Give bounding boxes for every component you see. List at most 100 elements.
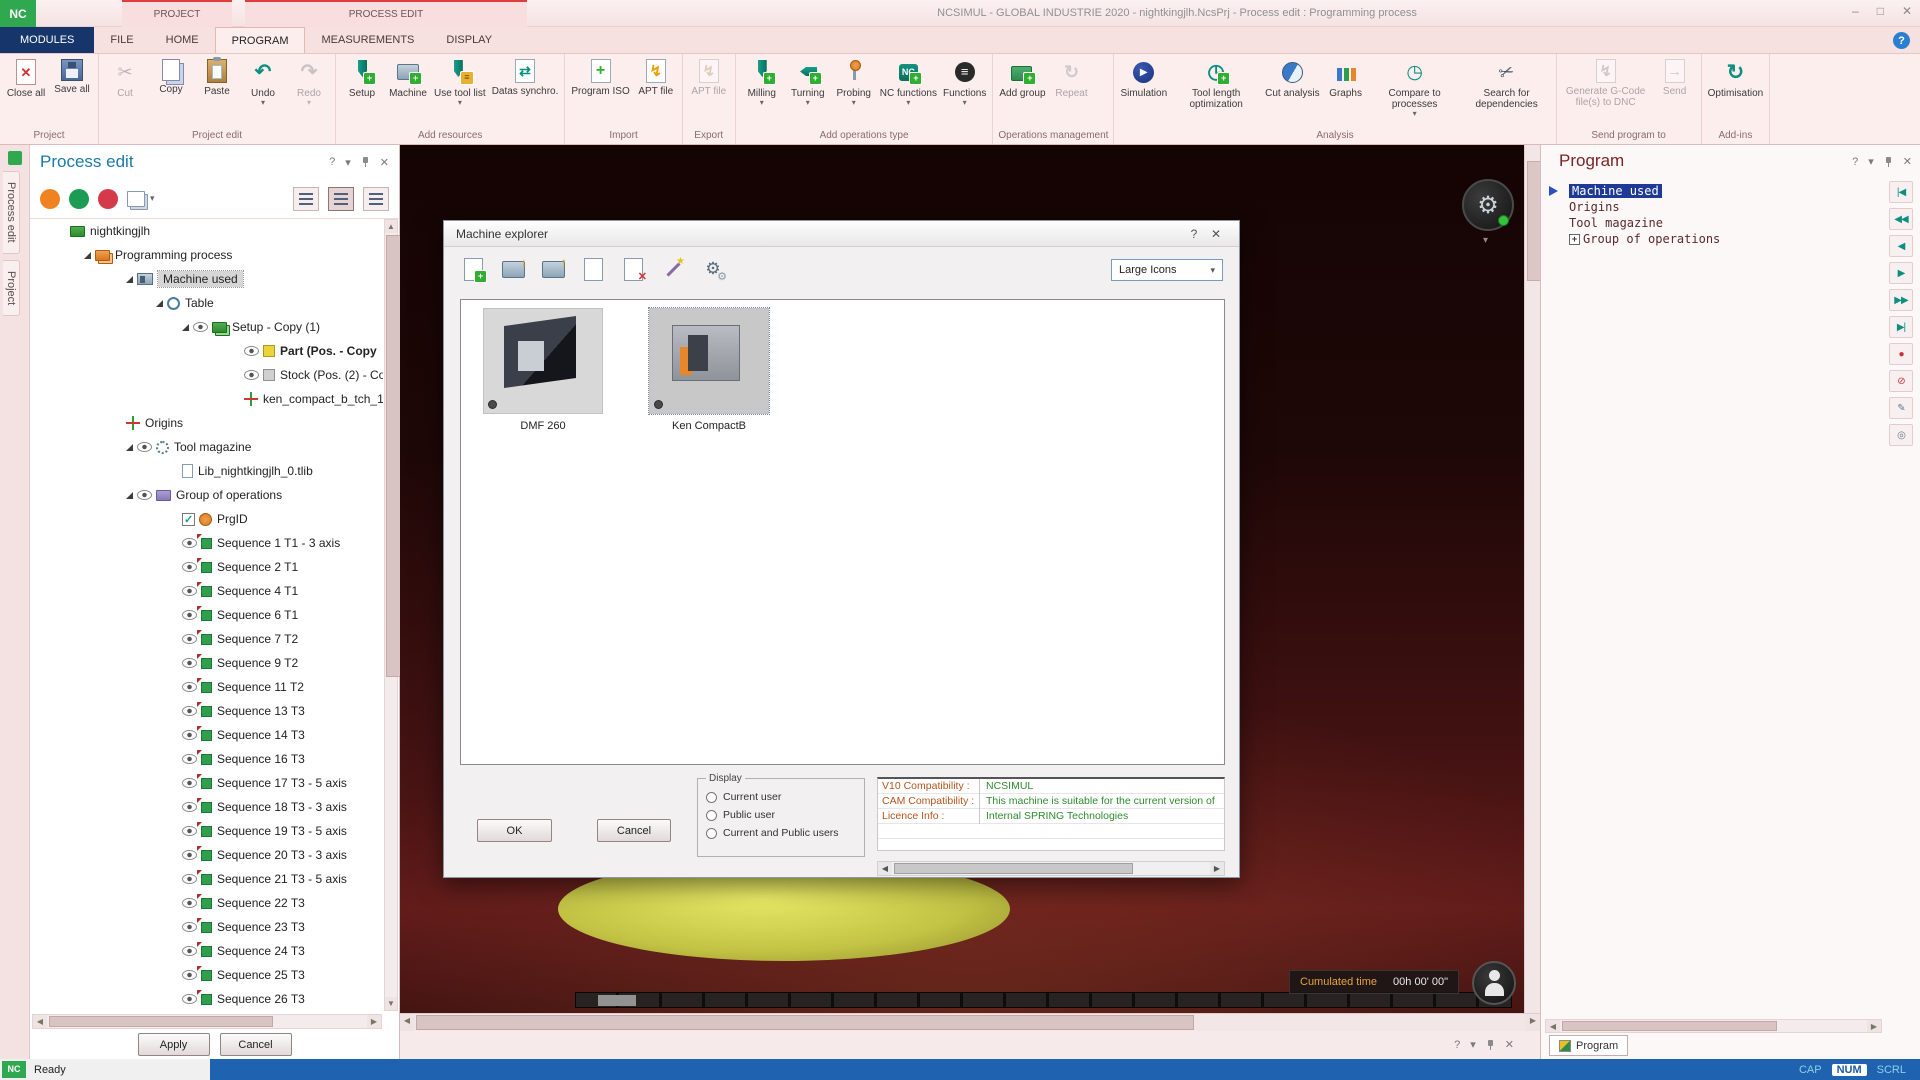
tree-horizontal-scrollbar[interactable]: ◀ ▶ <box>32 1014 382 1029</box>
minimize-button[interactable]: – <box>1852 4 1859 18</box>
tree-row[interactable]: ken_compact_b_tch_19[ <box>30 387 383 411</box>
tree-row[interactable]: Sequence 6 T1 <box>30 603 383 627</box>
ribbon-button[interactable]: Program ISO <box>568 55 632 128</box>
expand-plus-icon[interactable] <box>1569 234 1580 245</box>
fast-forward-button[interactable]: ▶▶ <box>1889 289 1913 311</box>
radio-option[interactable]: Current and Public users <box>706 824 856 842</box>
panel-help-icon[interactable]: ? <box>1852 156 1858 168</box>
scroll-left-icon[interactable]: ◀ <box>33 1015 47 1028</box>
tree-row[interactable]: Sequence 18 T3 - 3 axis <box>30 795 383 819</box>
viewport-settings-dropdown-icon[interactable] <box>1483 235 1488 246</box>
tree-row[interactable]: Sequence 22 T3 <box>30 891 383 915</box>
go-first-button[interactable]: |◀ <box>1889 181 1913 203</box>
fast-back-button[interactable]: ◀◀ <box>1889 208 1913 230</box>
dock-tab[interactable]: Process edit <box>3 171 20 254</box>
scroll-up-icon[interactable]: ▲ <box>385 220 397 233</box>
tree-row[interactable]: Group of operations <box>30 483 383 507</box>
tree-row[interactable]: Part (Pos. - Copy <box>30 339 383 363</box>
settings-icon[interactable] <box>698 255 728 283</box>
doc-icon[interactable] <box>578 255 608 283</box>
menu-tab[interactable]: DISPLAY <box>430 27 508 53</box>
tree-row[interactable]: Table <box>30 291 383 315</box>
program-tree-row[interactable]: Group of operations <box>1547 231 1880 247</box>
context-tab-process-edit[interactable]: PROCESS EDIT <box>245 0 527 27</box>
tree-row[interactable]: Origins <box>30 411 383 435</box>
tree-row[interactable]: Programming process <box>30 243 383 267</box>
scrollbar-thumb[interactable] <box>416 1015 1194 1030</box>
panel-close-icon[interactable]: ✕ <box>1903 155 1912 168</box>
machine-export-icon[interactable] <box>538 255 568 283</box>
ribbon-button[interactable]: Save all <box>49 55 95 128</box>
ribbon-button[interactable]: Copy <box>148 55 194 128</box>
menu-tab[interactable]: PROGRAM <box>215 27 306 53</box>
filter-dropdown-icon[interactable]: ▾ <box>150 193 155 204</box>
radio-option[interactable]: Public user <box>706 806 856 824</box>
radio-icon[interactable] <box>706 828 717 839</box>
tree-row[interactable]: Sequence 1 T1 - 3 axis <box>30 531 383 555</box>
tree-row[interactable]: Sequence 20 T3 - 3 axis <box>30 843 383 867</box>
ribbon-button[interactable]: Undo <box>240 55 286 128</box>
pin-icon[interactable] <box>361 156 370 168</box>
view-list-button[interactable] <box>328 187 354 211</box>
ribbon-button[interactable]: Send <box>1652 55 1698 128</box>
view-details-button[interactable] <box>363 187 389 211</box>
ribbon-button[interactable]: Functions <box>940 55 989 128</box>
viewport-horizontal-scrollbar[interactable]: ◀ ▶ <box>400 1013 1540 1031</box>
tree-row[interactable]: Sequence 21 T3 - 5 axis <box>30 867 383 891</box>
dialog-help-icon[interactable]: ? <box>1183 227 1205 241</box>
cancel-button[interactable]: Cancel <box>220 1033 292 1056</box>
tree-row[interactable]: Sequence 17 T3 - 5 axis <box>30 771 383 795</box>
ribbon-button[interactable]: APT file <box>686 55 732 128</box>
target-button[interactable]: ◎ <box>1889 424 1913 446</box>
pin-icon[interactable] <box>1486 1039 1495 1051</box>
pin-icon[interactable] <box>1884 156 1893 168</box>
filter-red-icon[interactable] <box>98 189 118 209</box>
ok-button[interactable]: OK <box>477 819 552 842</box>
menu-tab[interactable]: FILE <box>94 27 149 53</box>
tree-row[interactable]: Stock (Pos. (2) - Cop <box>30 363 383 387</box>
ribbon-button[interactable]: Cut analysis <box>1262 55 1322 128</box>
ribbon-button[interactable]: Setup <box>339 55 385 128</box>
edit-button[interactable]: ✎ <box>1889 397 1913 419</box>
tree-row[interactable]: Sequence 19 T3 - 5 axis <box>30 819 383 843</box>
tree-row[interactable]: Sequence 26 T3 <box>30 987 383 1011</box>
scroll-right-icon[interactable]: ▶ <box>1867 1020 1881 1032</box>
program-tree-row[interactable]: Origins <box>1547 199 1880 215</box>
tree-row[interactable]: Sequence 9 T2 <box>30 651 383 675</box>
tree-row[interactable]: Setup - Copy (1) <box>30 315 383 339</box>
ribbon-button[interactable]: Repeat <box>1049 55 1095 128</box>
radio-icon[interactable] <box>706 810 717 821</box>
radio-option[interactable]: Current user <box>706 788 856 806</box>
ribbon-button[interactable]: Redo <box>286 55 332 128</box>
scroll-right-icon[interactable]: ▶ <box>1526 1014 1540 1031</box>
dock-close-icon[interactable]: ✕ <box>1505 1038 1514 1051</box>
simulation-timeline[interactable] <box>575 992 1512 1008</box>
scroll-left-icon[interactable]: ◀ <box>400 1014 414 1031</box>
scroll-right-icon[interactable]: ▶ <box>1210 862 1224 875</box>
scrollbar-thumb[interactable] <box>1562 1021 1777 1031</box>
tree-vertical-scrollbar[interactable]: ▲ ▼ <box>384 219 398 1011</box>
ribbon-button[interactable]: Compare to processes <box>1369 55 1461 128</box>
doc-delete-icon[interactable] <box>618 255 648 283</box>
ribbon-button[interactable]: Search for dependencies <box>1461 55 1553 128</box>
go-last-button[interactable]: ▶| <box>1889 316 1913 338</box>
tree-row[interactable]: Sequence 14 T3 <box>30 723 383 747</box>
doc-new-icon[interactable] <box>458 255 488 283</box>
ribbon-button[interactable]: Use tool list <box>431 55 489 128</box>
stop-button[interactable]: ⊘ <box>1889 370 1913 392</box>
viewport-settings-button[interactable] <box>1462 179 1514 231</box>
scroll-left-icon[interactable]: ◀ <box>878 862 892 875</box>
filter-green-icon[interactable] <box>69 189 89 209</box>
dialog-cancel-button[interactable]: Cancel <box>597 819 671 842</box>
menu-tab[interactable]: MODULES <box>0 27 94 53</box>
tree-row[interactable]: Machine used <box>30 267 383 291</box>
play-back-button[interactable]: ◀ <box>1889 235 1913 257</box>
radio-icon[interactable] <box>706 792 717 803</box>
view-mode-select[interactable]: Large Icons <box>1111 259 1223 281</box>
ribbon-button[interactable]: NC functions <box>877 55 940 128</box>
dock-dropdown-icon[interactable] <box>1470 1038 1476 1051</box>
ribbon-button[interactable]: Graphs <box>1323 55 1369 128</box>
scroll-right-icon[interactable]: ▶ <box>367 1015 381 1028</box>
ribbon-button[interactable]: Add group <box>996 55 1048 128</box>
ribbon-button[interactable]: Milling <box>739 55 785 128</box>
